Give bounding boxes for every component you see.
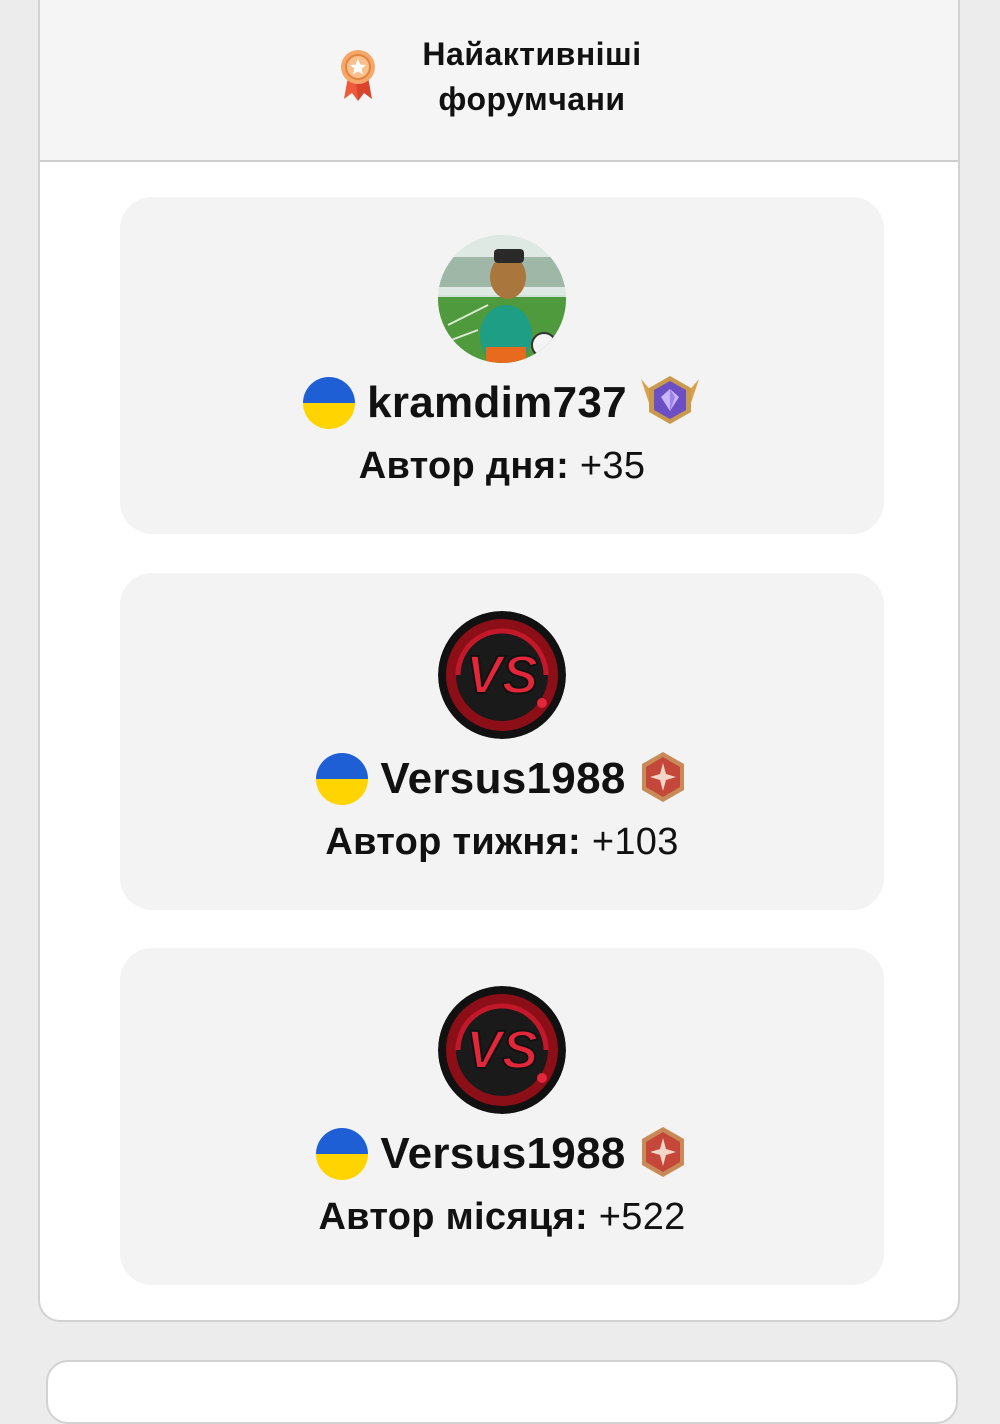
widget-title: Найактивніші форумчани	[402, 32, 662, 122]
author-of-week-card[interactable]: VS Versus1988 Автор тижня: +103	[120, 573, 884, 910]
ukraine-flag-icon	[303, 377, 356, 429]
username[interactable]: kramdim737	[367, 378, 627, 428]
star-rank-badge-icon	[638, 1125, 688, 1184]
medal-icon	[336, 47, 380, 108]
avatar[interactable]: VS	[438, 611, 566, 739]
avatar[interactable]	[438, 235, 566, 363]
author-stat: Автор місяця: +522	[120, 1196, 884, 1239]
author-of-day-card[interactable]: kramdim737 Автор дня: +35	[120, 197, 884, 534]
most-active-forum-users-widget: Найактивніші форумчани kramdim737 Автор …	[38, 0, 960, 1322]
widget-header: Найактивніші форумчани	[40, 0, 958, 162]
svg-text:VS: VS	[466, 645, 538, 705]
stat-score: +35	[579, 445, 646, 487]
stat-label: Автор дня:	[358, 445, 570, 487]
stat-label: Автор місяця:	[318, 1196, 588, 1238]
author-of-month-card[interactable]: VS Versus1988 Автор місяця: +522	[120, 948, 884, 1285]
svg-text:VS: VS	[466, 1020, 538, 1080]
next-widget	[46, 1360, 958, 1424]
username[interactable]: Versus1988	[380, 1129, 625, 1179]
ukraine-flag-icon	[316, 1128, 369, 1180]
avatar[interactable]: VS	[438, 986, 566, 1114]
stat-label: Автор тижня:	[325, 821, 582, 863]
author-stat: Автор дня: +35	[120, 445, 884, 488]
widget-title-line2: форумчани	[438, 81, 626, 117]
username[interactable]: Versus1988	[380, 754, 625, 804]
ukraine-flag-icon	[316, 753, 369, 805]
author-stat: Автор тижня: +103	[120, 821, 884, 864]
star-rank-badge-icon	[638, 750, 688, 809]
stat-score: +522	[598, 1196, 686, 1238]
widget-title-line1: Найактивніші	[422, 36, 642, 72]
diamond-rank-badge-icon	[639, 373, 701, 434]
stat-score: +103	[591, 821, 679, 863]
